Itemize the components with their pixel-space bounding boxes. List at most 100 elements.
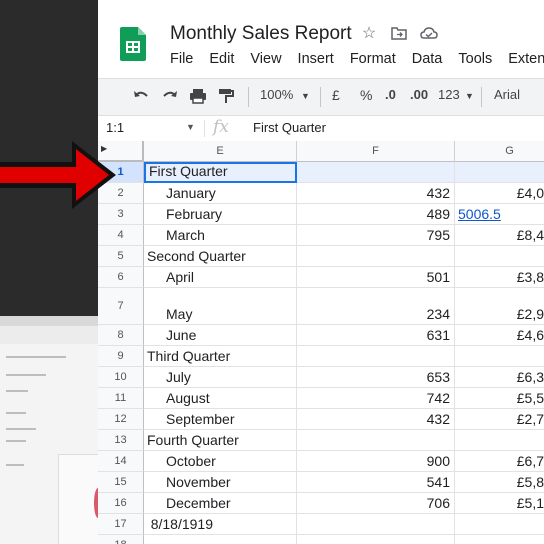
- cell-f2[interactable]: 432: [297, 183, 455, 204]
- cell-g1[interactable]: [455, 162, 544, 183]
- cell-g8[interactable]: £4,6: [455, 325, 544, 346]
- menu-file[interactable]: File: [170, 51, 193, 67]
- cell-g12[interactable]: £2,7: [455, 409, 544, 430]
- cell-g14[interactable]: £6,7: [455, 451, 544, 472]
- menu-tools[interactable]: Tools: [458, 51, 492, 67]
- row-header[interactable]: 18: [98, 535, 144, 544]
- cell-e10[interactable]: July: [144, 367, 297, 388]
- cell-e5[interactable]: Second Quarter: [144, 246, 297, 267]
- row-header[interactable]: 9: [98, 346, 144, 367]
- row-header[interactable]: 12: [98, 409, 144, 430]
- cell-e3[interactable]: February: [144, 204, 297, 225]
- column-header-e[interactable]: E: [144, 141, 297, 162]
- document-title[interactable]: Monthly Sales Report: [170, 23, 352, 45]
- cell-e4[interactable]: March: [144, 225, 297, 246]
- zoom-dropdown-icon[interactable]: ▼: [301, 91, 310, 101]
- cell-g7[interactable]: £2,9: [455, 288, 544, 325]
- row-header[interactable]: 16: [98, 493, 144, 514]
- cell-f8[interactable]: 631: [297, 325, 455, 346]
- redo-icon[interactable]: [161, 87, 179, 108]
- cell-g13[interactable]: [455, 430, 544, 451]
- cell-f17[interactable]: [297, 514, 455, 535]
- cell-g9[interactable]: [455, 346, 544, 367]
- cell-e16[interactable]: December: [144, 493, 297, 514]
- cell-f10[interactable]: 653: [297, 367, 455, 388]
- more-formats-button[interactable]: 123: [438, 87, 460, 102]
- star-icon[interactable]: ☆: [360, 25, 378, 43]
- cell-f1[interactable]: [297, 162, 455, 183]
- cell-e18[interactable]: [144, 535, 297, 544]
- cell-f7[interactable]: 234: [297, 288, 455, 325]
- menu-extensions[interactable]: Extens: [508, 51, 544, 67]
- row-header[interactable]: 13: [98, 430, 144, 451]
- cell-e6[interactable]: April: [144, 267, 297, 288]
- move-folder-icon[interactable]: [390, 25, 408, 43]
- font-select[interactable]: Arial: [494, 87, 520, 102]
- cell-g10[interactable]: £6,3: [455, 367, 544, 388]
- cell-e8[interactable]: June: [144, 325, 297, 346]
- row-header[interactable]: 15: [98, 472, 144, 493]
- cell-f14[interactable]: 900: [297, 451, 455, 472]
- row-header[interactable]: 6: [98, 267, 144, 288]
- row-header[interactable]: 11: [98, 388, 144, 409]
- increase-decimal-button[interactable]: .00: [410, 87, 428, 102]
- cell-f6[interactable]: 501: [297, 267, 455, 288]
- column-header-f[interactable]: F: [297, 141, 455, 162]
- cell-f11[interactable]: 742: [297, 388, 455, 409]
- cell-f15[interactable]: 541: [297, 472, 455, 493]
- cell-e13[interactable]: Fourth Quarter: [144, 430, 297, 451]
- cell-f13[interactable]: [297, 430, 455, 451]
- cell-f3[interactable]: 489: [297, 204, 455, 225]
- row-header[interactable]: 8: [98, 325, 144, 346]
- cell-g5[interactable]: [455, 246, 544, 267]
- name-box[interactable]: 1:1: [106, 120, 124, 135]
- paint-format-icon[interactable]: [217, 87, 235, 108]
- cell-f16[interactable]: 706: [297, 493, 455, 514]
- cell-e9[interactable]: Third Quarter: [144, 346, 297, 367]
- row-header[interactable]: 7: [98, 288, 144, 325]
- currency-format-button[interactable]: £: [332, 87, 340, 103]
- cell-g3[interactable]: 5006.5: [455, 204, 544, 225]
- cell-g11[interactable]: £5,5: [455, 388, 544, 409]
- cell-f4[interactable]: 795: [297, 225, 455, 246]
- cell-e17[interactable]: 8/18/1919: [144, 514, 297, 535]
- zoom-select[interactable]: 100%: [260, 87, 293, 102]
- cell-e11[interactable]: August: [144, 388, 297, 409]
- row-header[interactable]: 5: [98, 246, 144, 267]
- cell-e14[interactable]: October: [144, 451, 297, 472]
- sheets-logo-icon[interactable]: [120, 27, 146, 61]
- cell-g17[interactable]: [455, 514, 544, 535]
- cell-g18[interactable]: [455, 535, 544, 544]
- cell-g6[interactable]: £3,8: [455, 267, 544, 288]
- percent-format-button[interactable]: %: [360, 87, 372, 103]
- cell-g4[interactable]: £8,4: [455, 225, 544, 246]
- more-formats-dropdown-icon[interactable]: ▼: [465, 91, 474, 101]
- menu-view[interactable]: View: [250, 51, 281, 67]
- decrease-decimal-button[interactable]: .0: [385, 87, 396, 102]
- cell-e15[interactable]: November: [144, 472, 297, 493]
- column-header-g[interactable]: G: [455, 141, 544, 162]
- cell-f5[interactable]: [297, 246, 455, 267]
- cell-g16[interactable]: £5,1: [455, 493, 544, 514]
- menu-edit[interactable]: Edit: [209, 51, 234, 67]
- cell-e7[interactable]: May: [144, 288, 297, 325]
- formula-input[interactable]: First Quarter: [253, 120, 326, 135]
- cell-e12[interactable]: September: [144, 409, 297, 430]
- cell-f12[interactable]: 432: [297, 409, 455, 430]
- row-header[interactable]: 10: [98, 367, 144, 388]
- row-header[interactable]: 4: [98, 225, 144, 246]
- print-icon[interactable]: [189, 87, 207, 108]
- cell-g2[interactable]: £4,0: [455, 183, 544, 204]
- cell-f18[interactable]: [297, 535, 455, 544]
- row-header[interactable]: 14: [98, 451, 144, 472]
- cell-e2[interactable]: January: [144, 183, 297, 204]
- row-header[interactable]: 17: [98, 514, 144, 535]
- cell-e1[interactable]: First Quarter: [144, 162, 297, 183]
- cell-g15[interactable]: £5,8: [455, 472, 544, 493]
- name-box-dropdown-icon[interactable]: ▼: [186, 122, 195, 132]
- menu-format[interactable]: Format: [350, 51, 396, 67]
- cloud-saved-icon[interactable]: [420, 25, 438, 43]
- menu-data[interactable]: Data: [412, 51, 443, 67]
- menu-insert[interactable]: Insert: [298, 51, 334, 67]
- undo-icon[interactable]: [132, 87, 150, 108]
